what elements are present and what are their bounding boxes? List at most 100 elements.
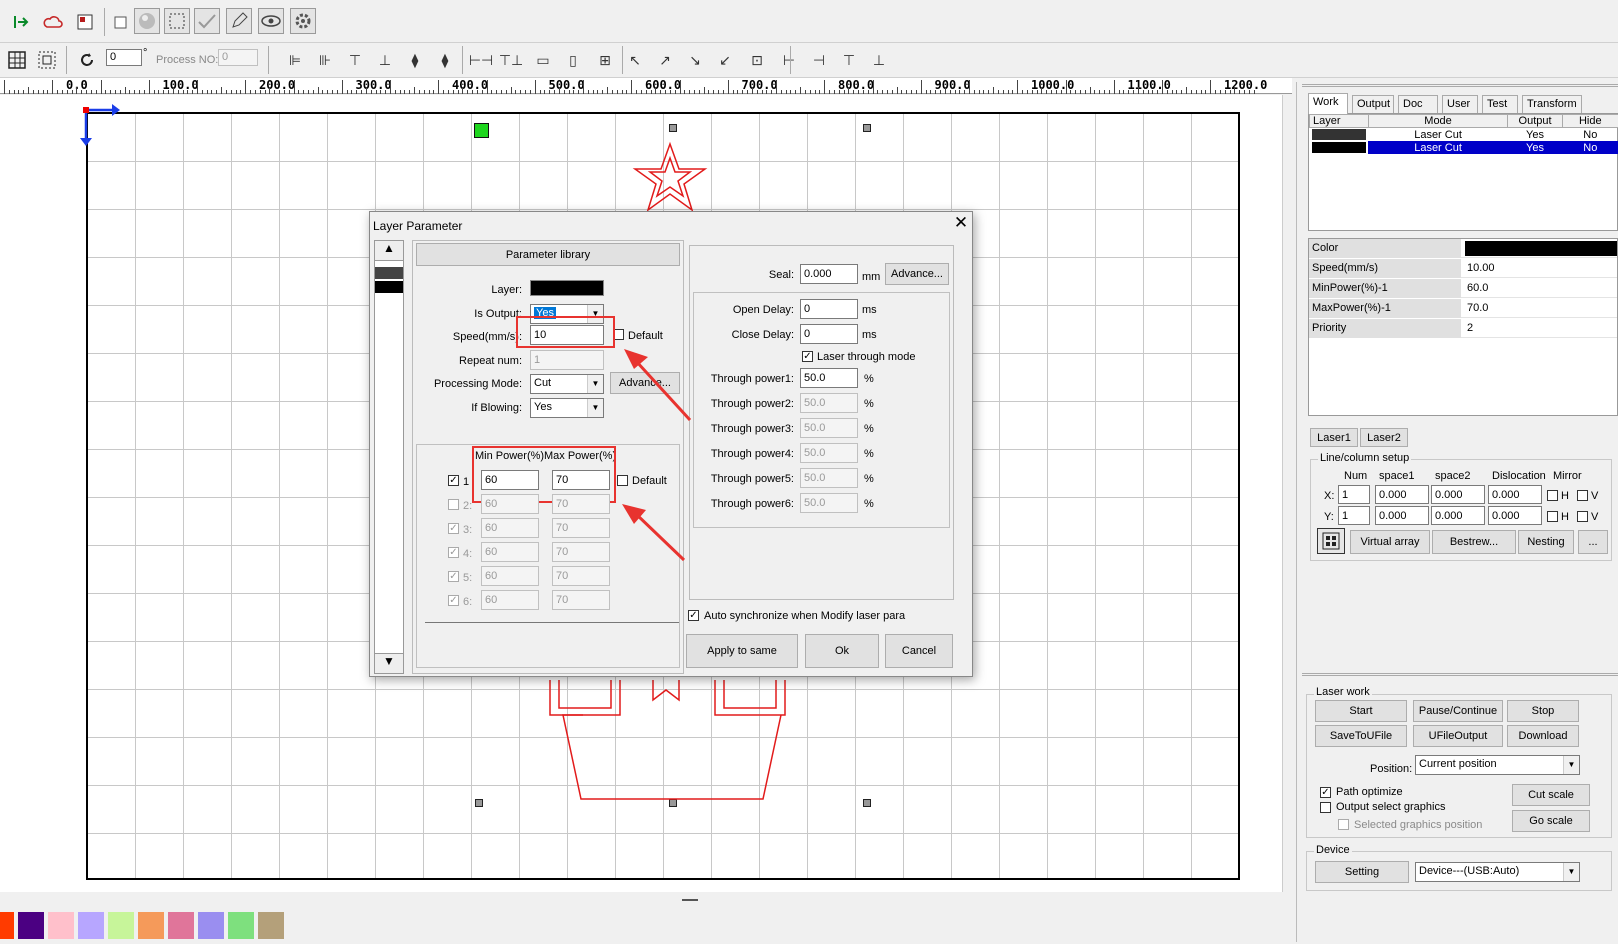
scroll-up-icon[interactable]: ▲ <box>375 241 403 261</box>
path-optimize-checkbox[interactable]: ✓ <box>1320 787 1331 798</box>
position-select[interactable]: Current position ▼ <box>1415 755 1580 775</box>
pause-continue-button[interactable]: Pause/Continue <box>1413 700 1503 722</box>
right-panel-mid-grip[interactable] <box>1302 673 1618 676</box>
prop-row[interactable]: Priority 2 <box>1309 319 1617 338</box>
layer-list-item[interactable] <box>375 267 403 279</box>
eye-icon[interactable] <box>258 8 284 34</box>
check-icon[interactable] <box>194 8 220 34</box>
power-2-checkbox[interactable] <box>448 499 459 510</box>
min-power-4-input[interactable]: 60 <box>481 542 539 562</box>
power-6-checkbox[interactable]: ✓ <box>448 595 459 606</box>
min-power-3-input[interactable]: 60 <box>481 518 539 538</box>
align-center-h-icon[interactable]: ⧫ <box>402 47 428 73</box>
output-select-checkbox[interactable] <box>1320 802 1331 813</box>
min-power-6-input[interactable]: 60 <box>481 590 539 610</box>
tab-test[interactable]: Test <box>1482 95 1518 113</box>
power-1-checkbox[interactable]: ✓ <box>448 475 459 486</box>
cancel-button[interactable]: Cancel <box>885 634 953 668</box>
palette-color-swatch[interactable] <box>0 912 14 939</box>
same-size-icon[interactable]: ▭ <box>530 47 556 73</box>
rectangle-icon[interactable] <box>108 9 134 35</box>
palette-color-swatch[interactable] <box>228 912 254 939</box>
through-power-2-input[interactable]: 50.0 <box>800 393 858 413</box>
apply-to-same-button[interactable]: Apply to same <box>686 634 798 668</box>
linecol-x-input[interactable]: 0.000 <box>1488 485 1542 504</box>
palette-color-swatch[interactable] <box>258 912 284 939</box>
min-power-5-input[interactable]: 60 <box>481 566 539 586</box>
layer-list-item[interactable] <box>375 281 403 293</box>
max-power-1-input[interactable]: 70 <box>552 470 610 490</box>
align-top-icon[interactable]: ⊤ <box>342 47 368 73</box>
cut-scale-button[interactable]: Cut scale <box>1512 784 1590 806</box>
selection-handle-bottom-right[interactable] <box>863 799 871 807</box>
parameter-library-button[interactable]: Parameter library <box>416 243 680 266</box>
document-icon[interactable] <box>72 9 98 35</box>
move-right-icon[interactable]: ⊤ <box>836 47 862 73</box>
through-power-1-input[interactable]: 50.0 <box>800 368 858 388</box>
tab-user[interactable]: User <box>1442 95 1478 113</box>
repeat-num-input[interactable]: 1 <box>530 350 604 370</box>
start-button[interactable]: Start <box>1315 700 1407 722</box>
selected-position-checkbox[interactable] <box>1338 819 1349 830</box>
palette-color-swatch[interactable] <box>138 912 164 939</box>
layer-color-box[interactable] <box>530 280 604 296</box>
stop-button[interactable]: Stop <box>1507 700 1579 722</box>
ok-button[interactable]: Ok <box>805 634 879 668</box>
align-center-v-icon[interactable]: ⧫ <box>432 47 458 73</box>
selected-node-marker[interactable] <box>474 123 489 138</box>
palette-color-swatch[interactable] <box>78 912 104 939</box>
virtual-array-button[interactable]: Virtual array <box>1350 530 1430 554</box>
more-button[interactable]: ... <box>1578 530 1608 554</box>
rotate-angle-input[interactable]: 0 <box>106 49 142 66</box>
align-right-icon[interactable]: ⊪ <box>312 47 338 73</box>
device-select[interactable]: Device---(USB:Auto) ▼ <box>1415 862 1580 882</box>
nesting-button[interactable]: Nesting <box>1518 530 1574 554</box>
settings-icon[interactable] <box>290 8 316 34</box>
through-power-3-input[interactable]: 50.0 <box>800 418 858 438</box>
power-3-checkbox[interactable]: ✓ <box>448 523 459 534</box>
layer-row-selected[interactable]: Laser Cut Yes No <box>1310 141 1618 154</box>
through-power-6-input[interactable]: 50.0 <box>800 493 858 513</box>
same-height-icon[interactable]: ⊤⊥ <box>498 47 524 73</box>
prop-row[interactable]: Speed(mm/s) 10.00 <box>1309 259 1617 278</box>
tab-output[interactable]: Output <box>1352 95 1394 113</box>
right-panel-top-grip[interactable] <box>1302 84 1618 87</box>
processing-mode-select[interactable]: Cut ▼ <box>530 374 604 394</box>
canvas-resize-grip[interactable] <box>682 899 698 901</box>
close-delay-input[interactable]: 0 <box>800 324 858 344</box>
linecol-y-input[interactable]: 1 <box>1338 506 1370 525</box>
move-up-left-icon[interactable]: ↗ <box>652 47 678 73</box>
tab-work[interactable]: Work <box>1308 93 1348 114</box>
grid-icon[interactable] <box>4 47 30 73</box>
min-power-2-input[interactable]: 60 <box>481 494 539 514</box>
grid-align-icon[interactable]: ↖ <box>622 47 648 73</box>
prop-row[interactable]: MinPower(%)-1 60.0 <box>1309 279 1617 298</box>
linecol-x-input[interactable]: 1 <box>1338 485 1370 504</box>
seal-advance-button[interactable]: Advance... <box>885 263 949 285</box>
right-panel-divider[interactable] <box>1296 82 1297 942</box>
download-button[interactable]: Download <box>1507 725 1579 747</box>
linecol-x-input[interactable]: 0.000 <box>1431 485 1485 504</box>
close-icon[interactable]: ✕ <box>953 213 969 233</box>
linecol-y-input[interactable]: 0.000 <box>1375 506 1429 525</box>
palette-color-swatch[interactable] <box>198 912 224 939</box>
select-region-icon[interactable] <box>164 8 190 34</box>
import-icon[interactable] <box>8 9 34 35</box>
seal-input[interactable]: 0.000 <box>800 264 858 284</box>
pencil-icon[interactable] <box>226 8 252 34</box>
through-power-5-input[interactable]: 50.0 <box>800 468 858 488</box>
canvas-vertical-scrollbar[interactable] <box>1282 95 1290 892</box>
device-setting-button[interactable]: Setting <box>1315 861 1409 883</box>
mirror-v-checkbox[interactable] <box>1577 511 1588 522</box>
max-power-2-input[interactable]: 70 <box>552 494 610 514</box>
max-power-6-input[interactable]: 70 <box>552 590 610 610</box>
power-4-checkbox[interactable]: ✓ <box>448 547 459 558</box>
palette-color-swatch[interactable] <box>48 912 74 939</box>
max-power-5-input[interactable]: 70 <box>552 566 610 586</box>
if-blowing-select[interactable]: Yes ▼ <box>530 398 604 418</box>
distribute-v-icon[interactable]: ⊞ <box>592 47 618 73</box>
move-up-right-icon[interactable]: ↘ <box>682 47 708 73</box>
linecol-x-input[interactable]: 0.000 <box>1375 485 1429 504</box>
align-left-icon[interactable]: ⊫ <box>282 47 308 73</box>
sphere-icon[interactable] <box>134 8 160 34</box>
